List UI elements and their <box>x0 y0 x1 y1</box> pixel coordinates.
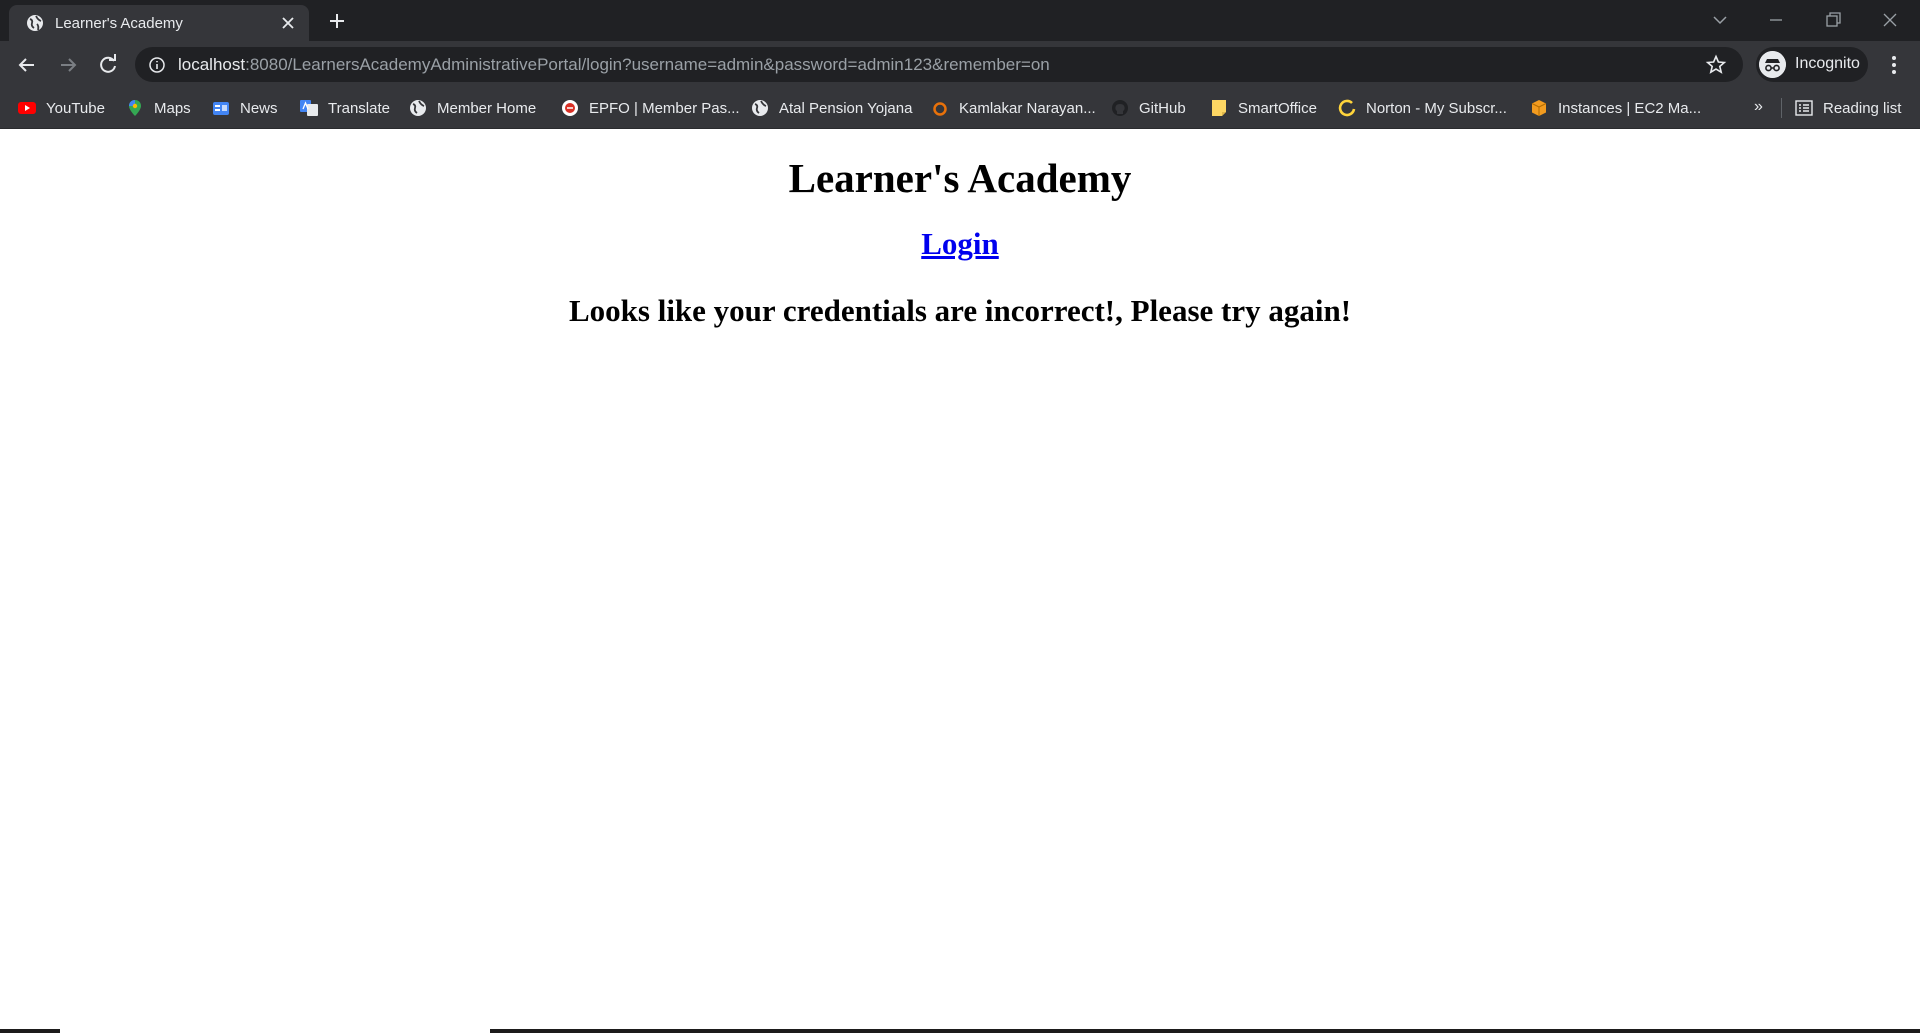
youtube-icon <box>18 102 36 114</box>
bookmarks-overflow-button[interactable]: » <box>1754 98 1763 116</box>
close-icon[interactable] <box>279 14 297 32</box>
bookmark-ec2[interactable]: Instances | EC2 Ma... <box>1530 96 1701 120</box>
taskbar-edge <box>0 1029 1920 1033</box>
tab-search-icon[interactable] <box>1708 8 1732 32</box>
close-window-icon[interactable] <box>1878 8 1902 32</box>
bookmark-label: Norton - My Subscr... <box>1366 99 1507 117</box>
taskbar-highlight <box>60 1029 490 1033</box>
reload-icon[interactable] <box>95 52 121 78</box>
login-heading: Login <box>0 228 1920 259</box>
norton-icon <box>1338 99 1356 117</box>
new-tab-icon[interactable] <box>326 10 348 32</box>
reading-list-icon <box>1795 100 1813 116</box>
aws-box-icon <box>1531 100 1547 116</box>
reading-list-label: Reading list <box>1823 99 1902 117</box>
page-viewport: Learner's Academy Login Looks like your … <box>0 129 1920 1029</box>
bookmark-atal-pension[interactable]: Atal Pension Yojana <box>751 96 912 120</box>
reading-list-button[interactable]: Reading list <box>1795 96 1901 120</box>
globe-icon <box>27 15 43 31</box>
kamlakar-icon <box>933 102 947 116</box>
bookmark-label: Instances | EC2 Ma... <box>1558 99 1702 117</box>
address-bar[interactable]: localhost:8080/LearnersAcademyAdministra… <box>135 47 1743 82</box>
bookmarks-bar: YouTube Maps News Translate Member Home … <box>0 88 1920 129</box>
restore-icon[interactable] <box>1821 8 1845 32</box>
minimize-icon[interactable] <box>1764 8 1788 32</box>
bookmark-news[interactable]: News <box>212 96 278 120</box>
incognito-label: Incognito <box>1795 55 1860 72</box>
bookmark-label: GitHub <box>1139 99 1186 117</box>
incognito-profile-button[interactable]: Incognito <box>1756 47 1868 82</box>
bookmark-youtube[interactable]: YouTube <box>18 96 105 120</box>
url-path: :8080/LearnersAcademyAdministrativePorta… <box>245 55 1050 74</box>
bookmark-epfo[interactable]: EPFO | Member Pas... <box>561 96 740 120</box>
bookmarks-divider <box>1781 98 1782 118</box>
tab-title: Learner's Academy <box>55 15 183 32</box>
bookmark-label: Maps <box>154 99 191 117</box>
incognito-icon <box>1759 51 1786 78</box>
bookmark-label: Atal Pension Yojana <box>779 99 913 117</box>
site-info-icon[interactable] <box>148 56 166 74</box>
forward-icon[interactable] <box>55 52 81 78</box>
login-link[interactable]: Login <box>921 226 999 261</box>
bookmark-github[interactable]: GitHub <box>1111 96 1186 120</box>
bookmark-star-icon[interactable] <box>1705 54 1727 76</box>
bookmark-norton[interactable]: Norton - My Subscr... <box>1338 96 1507 120</box>
back-icon[interactable] <box>14 52 40 78</box>
bookmark-smartoffice[interactable]: SmartOffice <box>1210 96 1317 120</box>
bookmark-label: Member Home <box>437 99 537 117</box>
maps-icon <box>129 100 141 116</box>
page-title: Learner's Academy <box>788 155 1132 201</box>
bookmark-label: News <box>240 99 278 117</box>
bookmark-label: YouTube <box>46 99 105 117</box>
bookmark-member-home[interactable]: Member Home <box>409 96 536 120</box>
github-icon <box>1112 100 1128 116</box>
bookmark-maps[interactable]: Maps <box>126 96 191 120</box>
note-icon <box>1212 100 1226 116</box>
bookmark-label: Kamlakar Narayan... <box>959 99 1096 117</box>
translate-icon <box>300 100 318 116</box>
bookmark-label: Translate <box>328 99 390 117</box>
bookmark-label: SmartOffice <box>1238 99 1317 117</box>
tab-strip: Learner's Academy <box>0 0 1920 41</box>
news-icon <box>213 102 229 115</box>
globe-icon <box>752 100 768 116</box>
bookmark-kamlakar[interactable]: Kamlakar Narayan... <box>931 96 1096 120</box>
url-host: localhost <box>178 55 246 74</box>
bookmark-translate[interactable]: Translate <box>300 96 390 120</box>
url-text[interactable]: localhost:8080/LearnersAcademyAdministra… <box>178 55 1050 75</box>
browser-toolbar: localhost:8080/LearnersAcademyAdministra… <box>0 41 1920 88</box>
error-message: Looks like your credentials are incorrec… <box>568 293 1352 328</box>
active-tab[interactable]: Learner's Academy <box>9 5 309 41</box>
globe-icon <box>410 100 426 116</box>
bookmark-label: EPFO | Member Pas... <box>589 99 740 117</box>
more-menu-icon[interactable] <box>1882 52 1906 78</box>
epfo-icon <box>562 100 578 116</box>
